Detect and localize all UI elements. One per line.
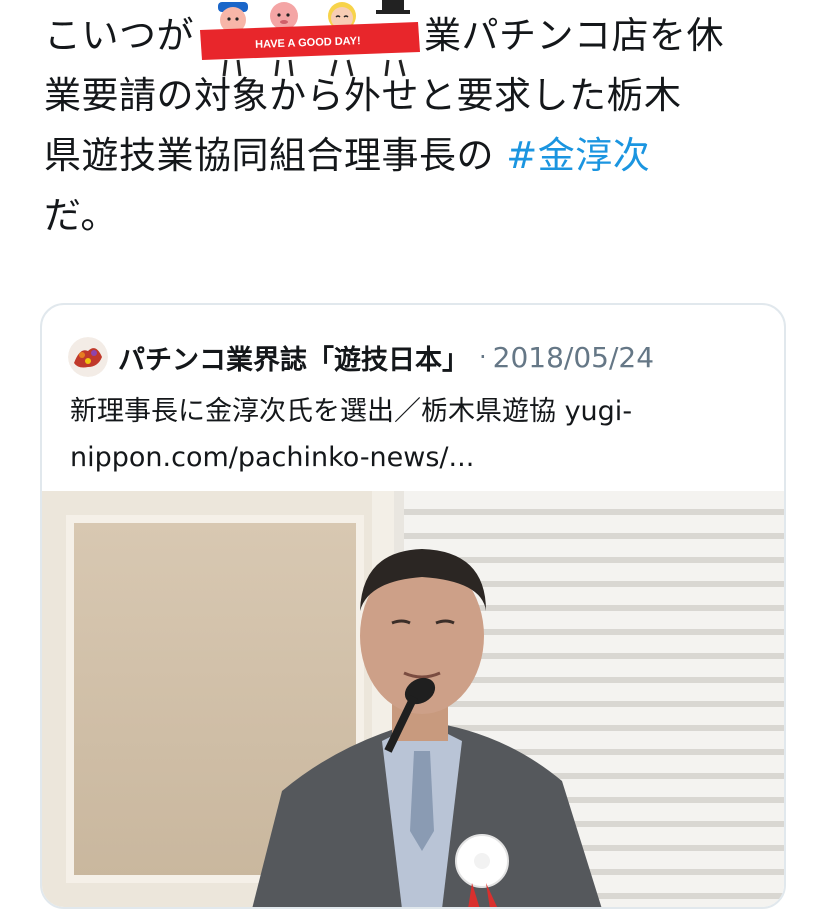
tweet-line-1-start: こいつが [44,14,194,57]
publisher-avatar[interactable] [68,337,108,377]
publisher-name[interactable]: パチンコ業界誌「遊技日本」 [118,338,469,377]
quoted-text-line-1: 新理事長に金淳次氏を選出／栃木県遊協 yugi- [70,396,633,427]
tweet-line-1-end: 業パチンコ店を休 [424,14,724,57]
header-separator: · [479,343,487,371]
quoted-text-line-2[interactable]: nippon.com/pachinko-news/... [70,435,760,481]
tweet-line-2: 業要請の対象から外せと要求した栃木 [44,74,682,117]
tweet-line-3-text: 県遊技業協同組合理事長の [44,134,507,177]
quoted-tweet-photo[interactable] [42,491,784,909]
tweet-line-4: だ。 [44,194,118,237]
quoted-tweet-text: 新理事長に金淳次氏を選出／栃木県遊協 yugi- nippon.com/pach… [70,389,760,481]
tweet-line-1: こいつが 業パチンコ店を休 [44,6,804,66]
hashtag-link[interactable]: #金淳次 [506,134,650,177]
publisher-logo-icon [68,337,108,377]
quoted-tweet-date[interactable]: 2018/05/24 [493,341,654,374]
quoted-tweet-header: パチンコ業界誌「遊技日本」 · 2018/05/24 [68,335,654,379]
tweet-text: こいつが 業パチンコ店を休 業要請の対象から外せと要求した栃木 県遊技業協同組合理… [44,6,804,246]
quoted-tweet-card[interactable]: パチンコ業界誌「遊技日本」 · 2018/05/24 新理事長に金淳次氏を選出／… [40,303,786,909]
tweet-line-3: 県遊技業協同組合理事長の #金淳次 [44,126,804,186]
sticker-image: HAVE A GOOD DAY! [200,0,420,77]
